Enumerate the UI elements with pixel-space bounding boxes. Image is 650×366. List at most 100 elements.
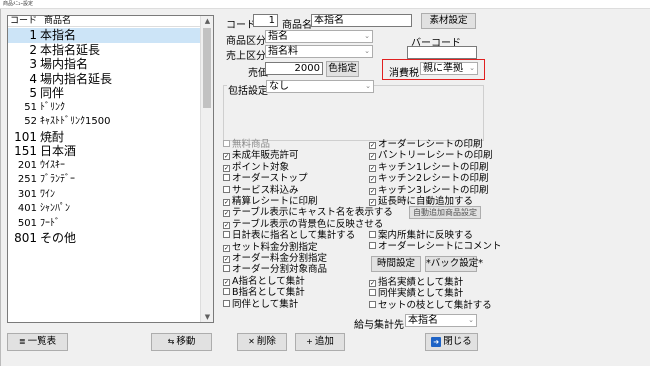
list-item[interactable]: 5 同伴 xyxy=(8,86,200,101)
unchecked-icon[interactable] xyxy=(369,300,376,308)
option-checkbox[interactable]: オーダー分割対象商品 xyxy=(223,264,327,275)
salary-select[interactable]: 本指名 ⌄ xyxy=(405,314,477,327)
list-scrollbar[interactable]: ▲ ▼ xyxy=(200,16,213,322)
option-checkbox[interactable]: サービス料込み xyxy=(223,185,299,196)
option-checkbox[interactable]: ✓ 未成年販売許可 xyxy=(223,150,299,161)
option-checkbox[interactable]: 同伴として集計 xyxy=(223,299,298,310)
list-button[interactable]: ≣ 一覧表 xyxy=(7,333,68,351)
tax-select[interactable]: 親に準拠 ⌄ xyxy=(420,62,478,75)
unchecked-icon[interactable] xyxy=(223,174,230,182)
checked-icon[interactable]: ✓ xyxy=(369,153,376,161)
list-item[interactable]: 101 焼酎 xyxy=(8,130,200,145)
material-settings-button[interactable]: 素材設定 xyxy=(421,13,476,29)
scroll-up-icon[interactable]: ▲ xyxy=(201,16,214,26)
scroll-thumb[interactable] xyxy=(203,28,211,108)
list-item-name: 本指名延長 xyxy=(40,42,101,57)
list-item[interactable]: 251 ﾌﾞﾗﾝﾃﾞｰ xyxy=(8,173,200,188)
option-checkbox[interactable]: ✓ オーダー料金分割指定 xyxy=(223,253,327,264)
move-button-label: 移動 xyxy=(176,336,196,347)
option-checkbox[interactable]: ✓ セット料金分割指定 xyxy=(223,242,318,253)
list-item[interactable]: 2 本指名延長 xyxy=(8,43,200,58)
list-item[interactable]: 801 その他 xyxy=(8,231,200,246)
option-checkbox[interactable]: ✓ テーブル表示の背景色に反映させる xyxy=(223,219,383,230)
checked-icon[interactable]: ✓ xyxy=(223,256,230,263)
unchecked-icon[interactable] xyxy=(369,289,376,297)
list-item[interactable]: 401 ｼｬﾝﾊﾟﾝ xyxy=(8,202,200,217)
option-checkbox[interactable]: ✓ テーブル表示にキャスト名を表示する xyxy=(223,207,393,218)
list-item[interactable]: 501 ﾌｰﾄﾞ xyxy=(8,217,200,232)
checked-icon[interactable]: ✓ xyxy=(223,164,230,172)
unchecked-icon[interactable] xyxy=(369,242,376,250)
option-checkbox[interactable]: ✓ パントリーレシートの印刷 xyxy=(369,150,492,161)
option-checkbox[interactable]: ✓ 指名実績として集計 xyxy=(369,277,463,288)
auto-add-settings-button[interactable]: 自動追加商品設定 xyxy=(409,206,481,219)
checked-icon[interactable]: ✓ xyxy=(223,244,230,252)
list-item[interactable]: 3 場内指名 xyxy=(8,57,200,72)
color-button[interactable]: 色指定 xyxy=(326,61,359,77)
option-checkbox[interactable]: セットの枝として集計する xyxy=(369,300,492,311)
option-checkbox[interactable]: ✓ ポイント対象 xyxy=(223,162,289,173)
checked-icon[interactable]: ✓ xyxy=(369,164,376,172)
list-item[interactable]: 201 ｳｲｽｷｰ xyxy=(8,159,200,174)
close-button[interactable]: ➜ 閉じる xyxy=(425,333,478,351)
unchecked-icon[interactable] xyxy=(223,288,230,296)
list-item[interactable]: 51 ﾄﾞﾘﾝｸ xyxy=(8,101,200,116)
header-code[interactable]: コード xyxy=(10,16,37,27)
list-item[interactable]: 151 日本酒 xyxy=(8,144,200,159)
list-item[interactable]: 52 ｷｬｽﾄﾄﾞﾘﾝｸ1500 xyxy=(8,115,200,130)
unchecked-icon[interactable] xyxy=(369,231,376,238)
option-checkbox[interactable]: ✓ オーダーレシートの印刷 xyxy=(369,139,483,150)
list-item-name: 場内指名延長 xyxy=(40,71,113,86)
unchecked-icon[interactable] xyxy=(223,231,230,239)
time-settings-button[interactable]: 時間設定 xyxy=(371,256,421,272)
list-item[interactable]: 4 場内指名延長 xyxy=(8,72,200,87)
option-checkbox[interactable]: 同伴実績として集計 xyxy=(369,288,463,299)
delete-button[interactable]: ✕ 削除 xyxy=(237,333,287,351)
unchecked-icon[interactable] xyxy=(223,299,230,307)
list-item[interactable]: 301 ﾜｲﾝ xyxy=(8,188,200,203)
checked-icon[interactable]: ✓ xyxy=(223,153,230,161)
option-checkbox[interactable]: 案内所集計に反映する xyxy=(369,230,473,241)
price-input[interactable]: 2000 xyxy=(265,62,323,75)
move-button[interactable]: ⇆ 移動 xyxy=(151,333,212,351)
checked-icon[interactable]: ✓ xyxy=(223,210,230,218)
list-item-code: 251 xyxy=(17,174,37,185)
option-checkbox[interactable]: B指名として集計 xyxy=(223,287,305,298)
product-list[interactable]: コード 商品名 1 本指名 2 本指名延長 3 場内指名 4 場内指名延長 5 同伴 51 ﾄﾞﾘﾝｸ… xyxy=(7,15,214,323)
code-input[interactable]: 1 xyxy=(253,14,278,27)
header-name[interactable]: 商品名 xyxy=(44,16,71,27)
option-checkbox[interactable]: ✓ キッチン2レシートの印刷 xyxy=(369,173,489,184)
sales-category-value: 指名料 xyxy=(268,46,298,57)
category-select[interactable]: 指名 ⌄ xyxy=(265,30,373,43)
name-input[interactable]: 本指名 xyxy=(311,14,412,27)
option-checkbox[interactable]: 無料商品 xyxy=(223,139,270,150)
option-checkbox[interactable]: ✓ キッチン3レシートの印刷 xyxy=(369,185,489,196)
unchecked-icon[interactable] xyxy=(223,185,230,193)
checked-icon[interactable]: ✓ xyxy=(369,176,376,184)
option-checkbox[interactable]: ✓ A指名として集計 xyxy=(223,276,305,287)
checked-icon[interactable]: ✓ xyxy=(223,221,230,229)
list-item-name: ﾄﾞﾘﾝｸ xyxy=(40,101,65,113)
checked-icon[interactable]: ✓ xyxy=(369,199,376,206)
option-checkbox[interactable]: 日計表に指名として集計する xyxy=(223,230,355,241)
checked-icon[interactable]: ✓ xyxy=(369,142,376,149)
option-checkbox[interactable]: オーダーレシートにコメント xyxy=(369,241,502,252)
list-item[interactable]: 1 本指名 xyxy=(8,28,200,43)
option-checkbox[interactable]: ✓ 精算レシートに印刷 xyxy=(223,196,318,207)
exit-icon: ➜ xyxy=(431,337,442,347)
back-settings-button[interactable]: *バック設定* xyxy=(425,256,483,272)
checked-icon[interactable]: ✓ xyxy=(223,199,230,206)
unchecked-icon[interactable] xyxy=(223,140,230,147)
barcode-input[interactable] xyxy=(407,46,477,59)
add-button[interactable]: + 追加 xyxy=(295,333,345,351)
option-checkbox[interactable]: オーダーストップ xyxy=(223,173,308,184)
checked-icon[interactable]: ✓ xyxy=(369,280,376,287)
option-checkbox[interactable]: ✓ キッチン1レシートの印刷 xyxy=(369,162,489,173)
checked-icon[interactable]: ✓ xyxy=(369,187,376,195)
sales-category-select[interactable]: 指名料 ⌄ xyxy=(265,45,373,58)
inclusive-select[interactable]: なし ⌄ xyxy=(266,80,374,93)
unchecked-icon[interactable] xyxy=(223,265,230,273)
checked-icon[interactable]: ✓ xyxy=(223,278,230,286)
scroll-down-icon[interactable]: ▼ xyxy=(201,312,214,322)
option-label: オーダー分割対象商品 xyxy=(232,264,328,276)
